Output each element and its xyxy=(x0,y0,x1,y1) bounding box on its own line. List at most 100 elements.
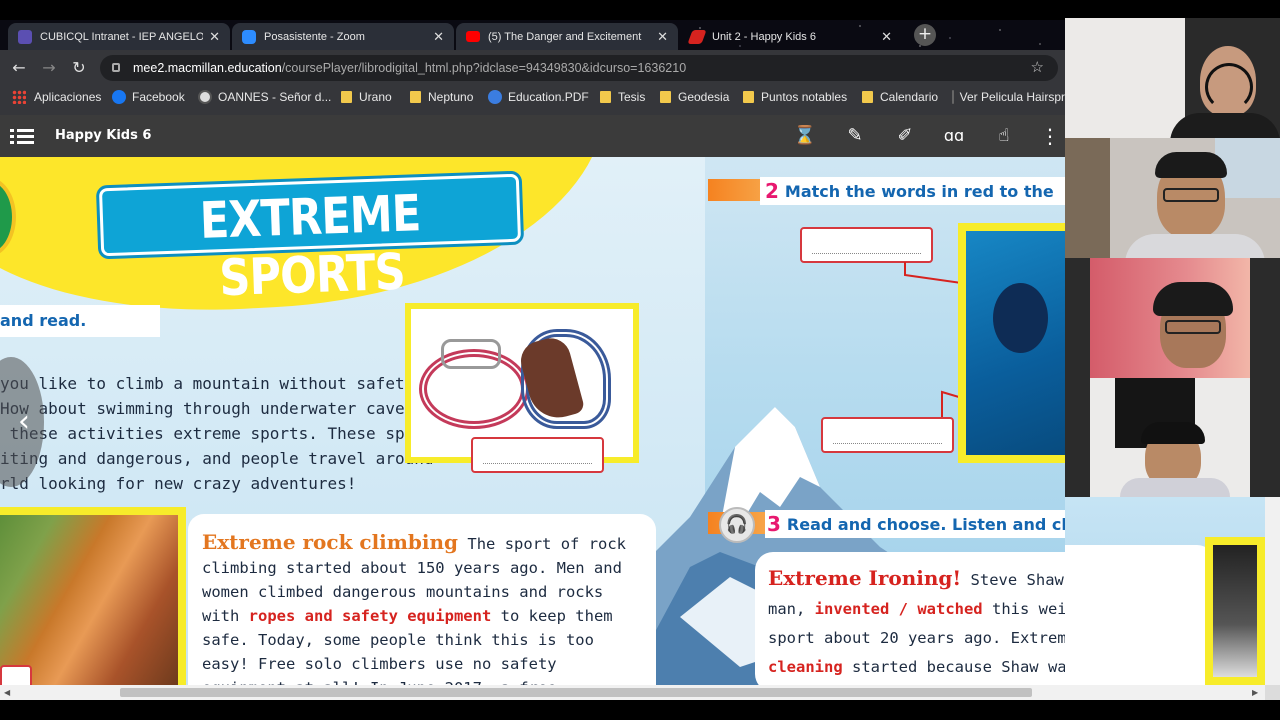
bookmark-label: Geodesia xyxy=(678,90,730,104)
bookmark-label: Education.PDF xyxy=(508,90,589,104)
bookmark-neptuno[interactable]: Neptuno xyxy=(410,90,473,104)
highlighter-icon[interactable]: ✐ xyxy=(893,125,917,147)
person-hair xyxy=(1141,422,1205,444)
pencil-icon[interactable]: ✎ xyxy=(843,125,867,147)
rock-climbing-heading: Extreme rock climbing xyxy=(202,530,459,554)
bookmark-label: Neptuno xyxy=(428,90,474,104)
participant-video-1[interactable] xyxy=(1065,18,1280,138)
headphones-icon[interactable]: 🎧 xyxy=(719,507,755,543)
close-icon[interactable]: ✕ xyxy=(881,29,892,45)
back-arrow-icon[interactable]: ← xyxy=(8,57,30,79)
bookmark-apps[interactable]: Aplicaciones xyxy=(12,90,101,104)
red-keyword: ropes and safety equipment xyxy=(248,607,492,625)
text-size-icon[interactable]: ɑɑ xyxy=(942,125,966,147)
climber-photo-frame xyxy=(0,507,186,685)
rock-climber-photo xyxy=(0,515,178,685)
intro-paragraph: you like to climb a mountain without saf… xyxy=(0,371,443,496)
bookmarks-bar: Aplicaciones Facebook OANNES - Señor d..… xyxy=(0,86,1065,110)
bookmark-calendario[interactable]: Calendario xyxy=(862,90,938,104)
bookmark-label: OANNES - Señor d... xyxy=(218,90,332,104)
ironing-photo xyxy=(1213,545,1257,677)
exercise-3-heading: 3 Read and choose. Listen and check. xyxy=(767,511,1065,537)
horizontal-scroll-thumb[interactable] xyxy=(120,688,1032,697)
book-page: EXTREME SPORTS and read. you like to cli… xyxy=(0,157,1065,685)
close-icon[interactable]: ✕ xyxy=(209,29,220,45)
new-tab-button[interactable]: + xyxy=(914,24,936,46)
glasses-icon xyxy=(1163,188,1219,202)
screen-top-border xyxy=(0,0,1280,20)
folder-icon xyxy=(862,91,873,103)
person-hair xyxy=(1155,152,1227,178)
answer-box-gear[interactable] xyxy=(471,437,604,473)
intro-line: rld looking for new crazy adventures! xyxy=(0,474,357,493)
folder-icon xyxy=(410,91,421,103)
diver-photo-frame xyxy=(958,223,1065,463)
tab-title: Unit 2 - Happy Kids 6 xyxy=(712,30,816,43)
folder-icon xyxy=(600,91,611,103)
page-title: EXTREME SPORTS xyxy=(198,184,422,308)
bookmark-urano[interactable]: Urano xyxy=(341,90,392,104)
bookmark-label: Tesis xyxy=(618,90,646,104)
globe-icon xyxy=(488,90,502,104)
bookmark-geodesia[interactable]: Geodesia xyxy=(660,90,729,104)
bookmark-puntos-notables[interactable]: Puntos notables xyxy=(743,90,847,104)
cubicql-icon xyxy=(18,29,32,44)
forward-arrow-icon[interactable]: → xyxy=(38,57,60,79)
tab-zoom[interactable]: Posasistente - Zoom ✕ xyxy=(232,23,454,50)
exercise-2-heading: 2 Match the words in red to the xyxy=(765,178,1054,204)
exercise-instruction: Match the words in red to the xyxy=(784,181,1054,201)
diver-figure xyxy=(993,283,1048,353)
title-banner: EXTREME SPORTS xyxy=(98,173,522,307)
tab-youtube[interactable]: (5) The Danger and Excitement ✕ xyxy=(456,23,678,50)
hourglass-icon[interactable]: ⌛ xyxy=(793,125,817,147)
bookmark-facebook[interactable]: Facebook xyxy=(112,90,185,104)
apps-grid-icon xyxy=(12,90,26,104)
bookmark-label: Calendario xyxy=(880,90,939,104)
facebook-icon xyxy=(112,90,126,104)
menu-list-icon[interactable] xyxy=(10,127,34,145)
folder-icon xyxy=(660,91,671,103)
answer-box-climber[interactable] xyxy=(0,665,32,685)
bookmark-star-icon[interactable]: ☆ xyxy=(1031,55,1044,81)
browser-navigation-bar: ← → ↻ mee2.macmillan.education/coursePla… xyxy=(0,50,1065,86)
carabiners xyxy=(441,339,501,369)
tab-happy-kids[interactable]: Unit 2 - Happy Kids 6 ✕ xyxy=(680,23,902,50)
bookmark-label: Facebook xyxy=(132,90,185,104)
cave-diver-photo xyxy=(966,231,1065,455)
tab-cubicql[interactable]: CUBICQL Intranet - IEP ANGELO ✕ xyxy=(8,23,230,50)
participant-video-3[interactable] xyxy=(1065,258,1280,378)
url-host: mee2.macmillan.education xyxy=(133,61,282,75)
person-shoulders xyxy=(1120,478,1230,497)
bookmark-pelicula[interactable]: Ver Pelicula Hairspr xyxy=(952,90,1065,104)
intro-line: How about swimming through underwater ca… xyxy=(0,399,424,418)
horizontal-scrollbar[interactable]: ◀ ▶ xyxy=(0,685,1265,700)
ironing-card-edge xyxy=(1065,545,1215,685)
browser-tab-strip: CUBICQL Intranet - IEP ANGELO ✕ Posasist… xyxy=(0,20,1065,50)
bookmark-tesis[interactable]: Tesis xyxy=(600,90,645,104)
choice-option[interactable]: invented / watched xyxy=(815,600,983,618)
pointer-hand-icon[interactable]: ☝ xyxy=(992,125,1016,147)
participant-video-4[interactable] xyxy=(1065,378,1280,497)
person-shoulders xyxy=(1125,234,1265,258)
apps-grid-icon[interactable]: ⋮⋮ xyxy=(1040,125,1080,147)
bookmark-label: Aplicaciones xyxy=(34,90,102,104)
url-path: /coursePlayer/librodigital_html.php?idcl… xyxy=(281,61,687,75)
exercise-bar xyxy=(708,179,768,201)
bookmark-label: Puntos notables xyxy=(761,90,848,104)
ironing-text: Extreme Ironing! Steve Shaw, an English … xyxy=(768,564,1065,685)
bookmark-education-pdf[interactable]: Education.PDF xyxy=(488,90,589,104)
close-icon[interactable]: ✕ xyxy=(433,29,444,45)
address-bar[interactable]: mee2.macmillan.education/coursePlayer/li… xyxy=(100,55,1058,81)
scroll-left-arrow-icon[interactable]: ◀ xyxy=(4,688,10,697)
macmillan-icon xyxy=(687,29,707,44)
close-icon[interactable]: ✕ xyxy=(657,29,668,45)
read-instruction: and read. xyxy=(0,305,160,337)
scroll-right-arrow-icon[interactable]: ▶ xyxy=(1252,688,1258,697)
vertical-scrollbar[interactable] xyxy=(1265,497,1280,685)
zoom-icon xyxy=(242,29,256,44)
bookmark-oannes[interactable]: OANNES - Señor d... xyxy=(198,90,331,104)
participant-video-2[interactable] xyxy=(1065,138,1280,258)
youtube-icon xyxy=(466,31,480,42)
reload-icon[interactable]: ↻ xyxy=(68,57,90,79)
bookmark-label: Ver Pelicula Hairspr xyxy=(959,90,1065,104)
